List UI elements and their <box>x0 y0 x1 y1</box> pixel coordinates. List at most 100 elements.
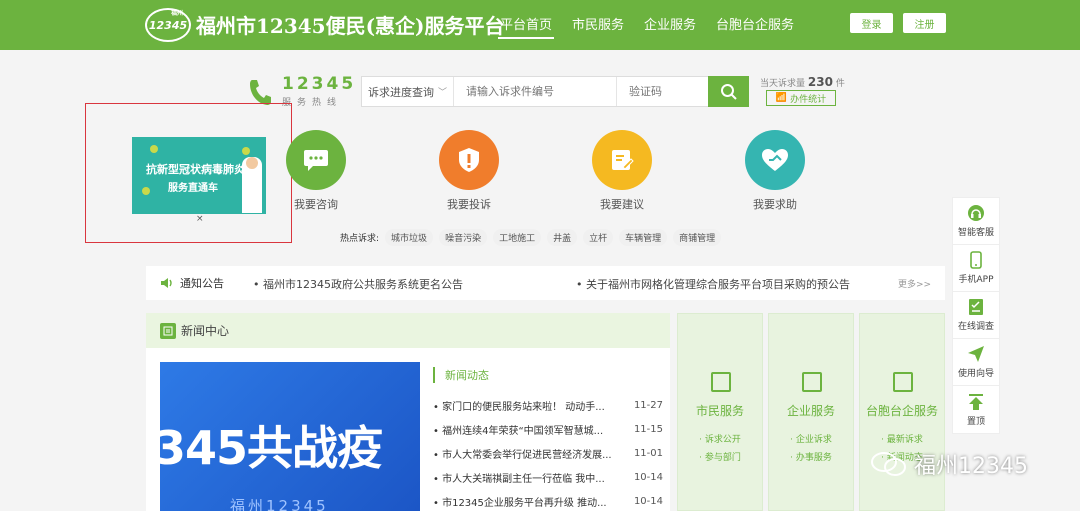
banner-close-button[interactable]: × <box>196 214 204 224</box>
sidebar-survey[interactable]: 在线调查 <box>953 292 999 339</box>
service-suggest-label: 我要建议 <box>600 198 644 211</box>
service-consult-label: 我要咨询 <box>294 198 338 211</box>
news-row[interactable]: • 家门口的便民服务站来啦！ 动动手... 11-27 <box>433 393 663 417</box>
card-title: 企业服务 <box>786 404 835 418</box>
today-number: 230 <box>807 75 833 89</box>
card-link[interactable]: · 最新诉求 <box>860 432 944 445</box>
card-taiwan-service[interactable]: 台胞台企服务 · 最新诉求 · 新闻动态 <box>859 313 945 511</box>
news-center: 新闻中心 345共战疫 福州12345 新闻动态 • 家门口的便民服务站来啦！ … <box>146 313 670 511</box>
sidebar-label: 使用向导 <box>957 369 994 379</box>
notice-more-link[interactable]: 更多>> <box>898 277 931 290</box>
hot-tag[interactable]: 井盖 <box>547 229 578 246</box>
today-unit: 件 <box>835 79 845 89</box>
news-carousel-image[interactable]: 345共战疫 福州12345 <box>160 362 420 511</box>
today-count: 当天诉求量 230 件 <box>760 75 845 89</box>
search-icon <box>720 83 737 100</box>
service-suggest[interactable]: 我要建议 <box>592 130 652 212</box>
logo-small-text: 福州 <box>170 10 183 17</box>
virus-icon <box>150 145 158 153</box>
news-row[interactable]: • 市12345企业服务平台再升级 推动... 10-14 <box>433 489 663 511</box>
case-stats-button[interactable]: 📶 办件统计 <box>766 90 836 106</box>
sidebar-label: 置顶 <box>966 416 985 427</box>
hot-tag[interactable]: 立杆 <box>583 229 614 246</box>
news-title: • 市12345企业服务平台再升级 推动... <box>433 497 607 509</box>
wechat-watermark: 福州12345 <box>870 448 1028 480</box>
case-number-input[interactable] <box>454 77 616 106</box>
virus-icon <box>242 147 250 155</box>
news-title: • 市人大常委会举行促进民营经济发展... <box>433 449 612 461</box>
site-title: 福州市12345便民(惠企)服务平台 <box>196 14 505 38</box>
virus-icon <box>142 187 150 195</box>
card-title: 市民服务 <box>695 404 744 418</box>
card-citizen-service[interactable]: 市民服务 · 诉求公开 · 参与部门 <box>677 313 763 511</box>
sidebar-label: 在线调查 <box>957 322 994 332</box>
sidebar-mobile-app[interactable]: 手机APP <box>953 245 999 292</box>
captcha-input[interactable] <box>616 77 710 106</box>
checklist-icon <box>967 298 985 316</box>
sidebar-back-to-top[interactable]: 置顶 <box>953 386 999 433</box>
chevron-down-icon: ﹀ <box>438 88 448 98</box>
notice-title: 通知公告 <box>180 277 224 290</box>
hot-tag[interactable]: 工地施工 <box>493 229 542 246</box>
news-row[interactable]: • 市人大关瑞祺副主任一行莅临 我中... 10-14 <box>433 465 663 489</box>
news-date: 11-15 <box>633 423 663 435</box>
sidebar-label: 智能客服 <box>957 228 994 238</box>
card-link[interactable]: · 办事服务 <box>769 450 853 463</box>
hot-tag[interactable]: 车辆管理 <box>619 229 668 246</box>
news-date: 11-27 <box>633 399 663 411</box>
hot-tag[interactable]: 商铺管理 <box>673 229 722 246</box>
covid-banner[interactable]: 抗新型冠状病毒肺炎 服务直通车 <box>132 137 266 214</box>
service-help[interactable]: 我要求助 <box>745 130 805 212</box>
banner-line2: 服务直通车 <box>168 183 218 194</box>
news-list-title: 新闻动态 <box>433 367 663 383</box>
floating-sidebar: 智能客服 手机APP 在线调查 使用向导 置顶 <box>952 197 1000 434</box>
card-link[interactable]: · 企业诉求 <box>769 432 853 445</box>
hot-topics: 热点诉求: 城市垃圾 噪音污染 工地施工 井盖 立杆 车辆管理 商铺管理 <box>340 229 722 246</box>
chat-bubble-icon <box>286 130 346 190</box>
top-header: 福州 12345 福州市12345便民(惠企)服务平台 平台首页 市民服务 企业… <box>0 0 1080 50</box>
nav-citizen-service[interactable]: 市民服务 <box>570 14 626 39</box>
shield-alert-icon <box>439 130 499 190</box>
news-row[interactable]: • 福州连续4年荣获“中国领军智慧城... 11-15 <box>433 417 663 441</box>
speaker-icon <box>161 278 172 288</box>
notice-item[interactable]: • 福州市12345政府公共服务系统更名公告 <box>253 276 463 292</box>
sidebar-label: 手机APP <box>958 275 994 285</box>
heart-hand-icon <box>745 130 805 190</box>
service-help-label: 我要求助 <box>753 198 797 211</box>
service-complaint-label: 我要投诉 <box>447 198 491 211</box>
news-date: 10-14 <box>633 495 663 507</box>
nav-taiwan-service[interactable]: 台胞台企服务 <box>714 14 796 39</box>
news-row[interactable]: • 市人大常委会举行促进民营经济发展... 11-01 <box>433 441 663 465</box>
sidebar-smart-service[interactable]: 智能客服 <box>953 198 999 245</box>
taiwan-badge-icon <box>893 372 913 392</box>
news-image-subtext: 福州12345 <box>230 497 329 511</box>
login-button[interactable]: 登录 <box>850 13 893 33</box>
document-icon <box>711 372 731 392</box>
notice-item[interactable]: • 关于福州市网格化管理综合服务平台项目采购的预公告 <box>576 276 850 292</box>
hot-tag[interactable]: 城市垃圾 <box>385 229 434 246</box>
register-button[interactable]: 注册 <box>903 13 946 33</box>
card-link[interactable]: · 参与部门 <box>678 450 762 463</box>
card-enterprise-service[interactable]: 企业服务 · 企业诉求 · 办事服务 <box>768 313 854 511</box>
site-logo[interactable]: 福州 12345 <box>145 8 191 42</box>
card-link[interactable]: · 诉求公开 <box>678 432 762 445</box>
wechat-logo-icon <box>871 452 906 476</box>
doctor-head <box>246 157 258 169</box>
banner-line1: 抗新型冠状病毒肺炎 <box>146 163 245 176</box>
search-button[interactable] <box>708 76 749 107</box>
edit-note-icon <box>592 130 652 190</box>
hot-tag[interactable]: 噪音污染 <box>439 229 488 246</box>
news-date: 11-01 <box>633 447 663 459</box>
phone-icon <box>250 80 271 105</box>
bar-chart-icon: 📶 <box>775 93 788 103</box>
nav-enterprise-service[interactable]: 企业服务 <box>642 14 698 39</box>
main-nav: 平台首页 市民服务 企业服务 台胞台企服务 <box>498 14 812 39</box>
notice-bar: 通知公告 • 福州市12345政府公共服务系统更名公告 • 关于福州市网格化管理… <box>146 266 945 300</box>
service-complaint[interactable]: 我要投诉 <box>439 130 499 212</box>
search-type-select[interactable]: 诉求进度查询 ﹀ <box>362 77 454 106</box>
sidebar-guide[interactable]: 使用向导 <box>953 339 999 386</box>
service-consult[interactable]: 我要咨询 <box>286 130 346 212</box>
news-center-title: 新闻中心 <box>181 324 230 338</box>
hotline-number: 12345 <box>282 74 357 94</box>
nav-home[interactable]: 平台首页 <box>498 14 555 39</box>
